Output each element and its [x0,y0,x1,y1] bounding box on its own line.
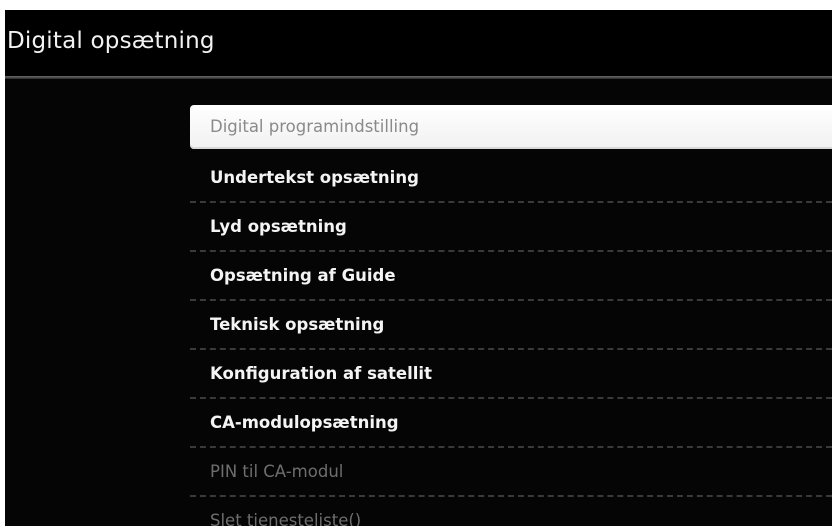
title-bar: Digital opsætning [5,10,832,76]
settings-menu: Digital programindstilling Undertekst op… [190,105,832,526]
menu-item-opsaetning-af-guide[interactable]: Opsætning af Guide [190,252,832,301]
menu-item-konfiguration-af-satellit[interactable]: Konfiguration af satellit [190,350,832,399]
menu-item-lyd-opsaetning[interactable]: Lyd opsætning [190,203,832,252]
menu-item-undertekst-opsaetning[interactable]: Undertekst opsætning [190,154,832,203]
menu-item-pin-til-ca-modul: PIN til CA-modul [190,448,832,497]
page-title: Digital opsætning [7,28,215,54]
menu-item-ca-modulopsaetning[interactable]: CA-modulopsætning [190,399,832,448]
menu-item-teknisk-opsaetning[interactable]: Teknisk opsætning [190,301,832,350]
tv-settings-screen: Digital opsætning Digital programindstil… [5,10,832,526]
title-divider [5,76,832,79]
menu-item-digital-programindstilling[interactable]: Digital programindstilling [190,105,832,149]
menu-item-slet-tjenesteliste: Slet tjenesteliste() [190,497,832,526]
